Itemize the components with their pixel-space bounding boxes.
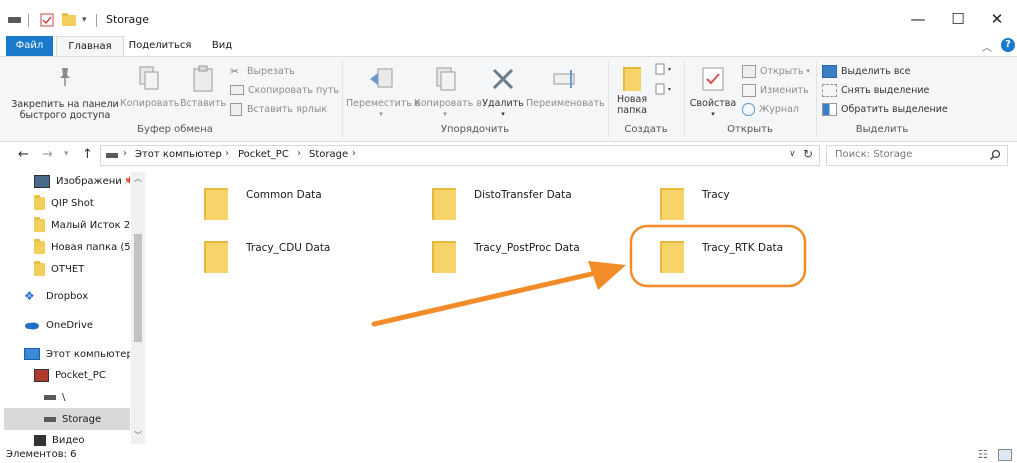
annotation-overlay: [371, 224, 807, 327]
highlight-ring: [629, 224, 807, 288]
highlight-arrow-shaft: [371, 269, 603, 327]
details-view-icon[interactable]: ☷: [978, 448, 988, 461]
item-count: Элементов: 6: [6, 449, 77, 460]
large-icons-view-icon[interactable]: [998, 449, 1012, 461]
highlight-arrow-head: [588, 261, 626, 290]
status-bar: Элементов: 6 ☷: [0, 448, 1017, 463]
